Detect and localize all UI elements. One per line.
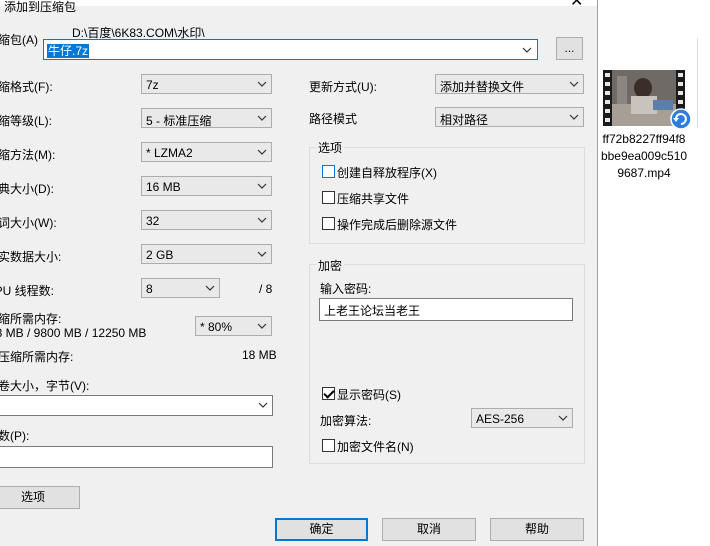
- threads-select[interactable]: 8: [141, 278, 220, 298]
- sync-icon: [670, 108, 692, 130]
- encryption-method-value: AES-256: [476, 412, 525, 426]
- video-file-name[interactable]: ff72b8227ff94f8 bbe9ea009c510 9687.mp4: [598, 131, 690, 182]
- volume-label: 分卷大小，字节(V):: [0, 379, 90, 393]
- format-value: 7z: [146, 78, 159, 92]
- chevron-down-icon: [257, 251, 267, 257]
- shared-files-checkbox[interactable]: [322, 191, 335, 204]
- threads-label: CPU 线程数:: [0, 284, 55, 298]
- update-label: 更新方式(U):: [309, 80, 377, 94]
- threads-total: / 8: [259, 282, 273, 296]
- encrypt-names-label[interactable]: 加密文件名(N): [337, 438, 414, 455]
- options-button[interactable]: 选项: [0, 486, 80, 509]
- chevron-down-icon: [569, 114, 579, 120]
- chevron-down-icon[interactable]: [522, 46, 532, 54]
- password-input[interactable]: 上老王论坛当老王: [319, 298, 573, 321]
- show-password-label[interactable]: 显示密码(S): [337, 386, 401, 403]
- file-name-line: bbe9ea009c510: [600, 149, 688, 163]
- title-bar: 添加到压缩包 ✕: [0, 0, 597, 14]
- params-input[interactable]: [0, 446, 273, 468]
- word-select[interactable]: 32: [141, 210, 272, 230]
- password-value: 上老王论坛当老王: [324, 304, 421, 318]
- archive-name-field[interactable]: 牛仔.7z: [43, 39, 538, 60]
- method-select[interactable]: * LZMA2: [141, 142, 272, 162]
- threads-value: 8: [146, 282, 153, 296]
- show-password-checkbox[interactable]: [322, 387, 335, 400]
- update-select[interactable]: 添加并替换文件: [435, 74, 584, 94]
- delete-source-checkbox[interactable]: [322, 217, 335, 230]
- shared-files-label[interactable]: 压缩共享文件: [337, 190, 409, 207]
- encrypt-names-checkbox[interactable]: [322, 439, 335, 452]
- delete-source-label[interactable]: 操作完成后删除源文件: [337, 216, 457, 233]
- help-button[interactable]: 帮助: [490, 518, 584, 541]
- format-label: 压缩格式(F):: [0, 80, 53, 94]
- chevron-down-icon: [558, 415, 568, 421]
- window-title: 添加到压缩包: [4, 0, 77, 14]
- solid-value: 2 GB: [146, 248, 174, 262]
- options-group-title: 选项: [316, 139, 345, 156]
- method-value: * LZMA2: [146, 146, 193, 160]
- method-label: 压缩方法(M):: [0, 148, 56, 162]
- level-select[interactable]: 5 - 标准压缩: [141, 108, 272, 128]
- format-select[interactable]: 7z: [141, 74, 272, 94]
- sfx-label[interactable]: 创建自释放程序(X): [337, 164, 437, 181]
- chevron-down-icon: [205, 285, 215, 291]
- archive-name-value: 牛仔.7z: [47, 44, 90, 58]
- chevron-down-icon: [257, 81, 267, 87]
- column-divider: [697, 38, 698, 128]
- encryption-method-label: 加密算法:: [320, 414, 372, 428]
- sfx-checkbox[interactable]: [322, 165, 335, 178]
- path-mode-value: 相对路径: [440, 113, 489, 127]
- file-name-line: 9687.mp4: [617, 166, 671, 180]
- chevron-down-icon: [258, 402, 268, 408]
- cancel-button[interactable]: 取消: [382, 518, 476, 541]
- close-icon[interactable]: ✕: [570, 0, 583, 10]
- add-to-archive-dialog: 添加到压缩包 ✕ 压缩包(A) D:\百度\6K83.COM\水印\ 牛仔.7z…: [0, 0, 598, 546]
- dict-value: 16 MB: [146, 180, 181, 194]
- chevron-down-icon: [257, 217, 267, 223]
- level-label: 压缩等级(L):: [0, 114, 53, 128]
- memory-detail: 48 MB / 9800 MB / 12250 MB: [0, 326, 147, 340]
- chevron-down-icon: [257, 149, 267, 155]
- level-value: 5 - 标准压缩: [146, 114, 212, 128]
- dict-select[interactable]: 16 MB: [141, 176, 272, 196]
- solid-select[interactable]: 2 GB: [141, 244, 272, 264]
- chevron-down-icon: [257, 115, 267, 121]
- memory-label: 压缩所需内存:: [0, 312, 62, 326]
- word-value: 32: [146, 214, 160, 228]
- dict-label: 字典大小(D):: [0, 182, 54, 196]
- encryption-group-title: 加密: [316, 257, 345, 274]
- word-label: 单词大小(W):: [0, 216, 57, 230]
- chevron-down-icon: [569, 81, 579, 87]
- browse-button[interactable]: ...: [556, 37, 583, 60]
- archive-label: 压缩包(A): [0, 33, 38, 47]
- update-value: 添加并替换文件: [440, 80, 525, 94]
- chevron-down-icon: [257, 323, 267, 329]
- memory-value: * 80%: [200, 320, 233, 334]
- decompress-value: 18 MB: [242, 348, 277, 362]
- chevron-down-icon: [257, 183, 267, 189]
- ok-button[interactable]: 确定: [275, 518, 368, 541]
- decompress-label: 解压缩所需内存:: [0, 350, 74, 364]
- memory-select[interactable]: * 80%: [195, 316, 272, 336]
- solid-label: 固实数据大小:: [0, 250, 62, 264]
- password-label: 输入密码:: [320, 282, 372, 296]
- path-mode-select[interactable]: 相对路径: [435, 107, 584, 127]
- path-mode-label: 路径模式: [309, 112, 358, 126]
- params-label: 参数(P):: [0, 429, 30, 443]
- encryption-method-select[interactable]: AES-256: [471, 408, 573, 428]
- volume-select[interactable]: [0, 395, 273, 416]
- file-name-line: ff72b8227ff94f8: [602, 132, 686, 146]
